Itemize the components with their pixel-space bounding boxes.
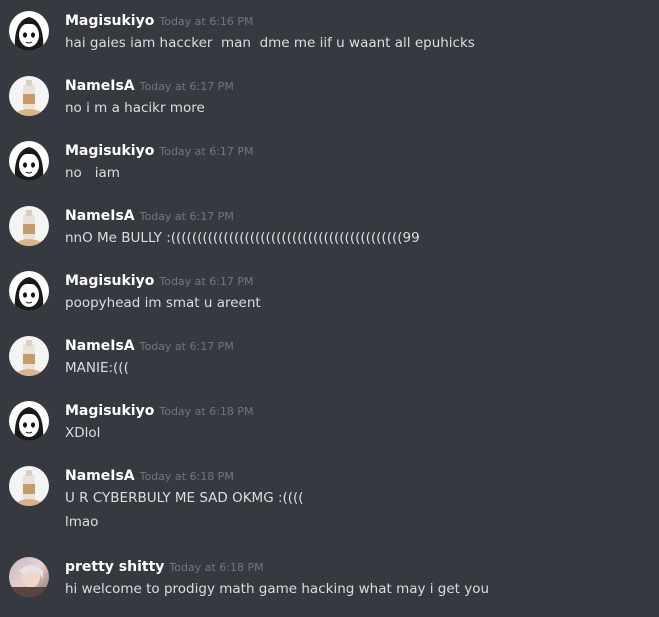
message-timestamp: Today at 6:17 PM xyxy=(159,145,254,158)
message-text: XDlol xyxy=(65,425,101,441)
message-group: NameIsA Today at 6:17 PM nnO Me BULLY :((… xyxy=(0,206,659,266)
message-text: hai gaies iam haccker man dme me iif u w… xyxy=(65,35,475,51)
message-text: MANIE:((( xyxy=(65,360,129,376)
message-author[interactable]: NameIsA xyxy=(65,338,135,354)
anime-avatar-icon[interactable] xyxy=(9,401,49,441)
message-group: NameIsA Today at 6:17 PM no i m a hacikr … xyxy=(0,76,659,136)
message-timestamp: Today at 6:17 PM xyxy=(159,275,254,288)
message-group: Magisukiyo Today at 6:17 PM no iam xyxy=(0,141,659,201)
message-timestamp: Today at 6:16 PM xyxy=(159,15,254,28)
message-timestamp: Today at 6:17 PM xyxy=(139,210,234,223)
message-timestamp: Today at 6:18 PM xyxy=(159,405,254,418)
message-text: lmao xyxy=(65,514,99,530)
message-author[interactable]: pretty shitty xyxy=(65,559,164,575)
message-author[interactable]: NameIsA xyxy=(65,78,135,94)
chat-message-list: Magisukiyo Today at 6:16 PM hai gaies iam… xyxy=(0,0,659,616)
message-author[interactable]: Magisukiyo xyxy=(65,273,154,289)
message-text: U R CYBERBULY ME SAD OKMG :(((( xyxy=(65,490,304,506)
bottle-avatar-icon[interactable] xyxy=(9,466,49,506)
message-text: no i m a hacikr more xyxy=(65,100,205,116)
message-group: Magisukiyo Today at 6:17 PM poopyhead im … xyxy=(0,271,659,331)
message-group: pretty shitty Today at 6:18 PM hi welcome… xyxy=(0,557,659,617)
message-timestamp: Today at 6:17 PM xyxy=(139,340,234,353)
bottle-avatar-icon[interactable] xyxy=(9,206,49,246)
message-group: NameIsA Today at 6:18 PM U R CYBERBULY ME… xyxy=(0,466,659,538)
message-author[interactable]: Magisukiyo xyxy=(65,143,154,159)
anime-avatar-icon[interactable] xyxy=(9,141,49,181)
anime-avatar-icon[interactable] xyxy=(9,11,49,51)
message-group: Magisukiyo Today at 6:16 PM hai gaies iam… xyxy=(0,11,659,71)
message-text: no iam xyxy=(65,165,120,181)
message-author[interactable]: Magisukiyo xyxy=(65,13,154,29)
message-author[interactable]: Magisukiyo xyxy=(65,403,154,419)
message-timestamp: Today at 6:17 PM xyxy=(139,80,234,93)
photo-avatar-icon[interactable] xyxy=(9,557,49,597)
message-text: hi welcome to prodigy math game hacking … xyxy=(65,581,490,597)
message-timestamp: Today at 6:18 PM xyxy=(139,470,234,483)
bottle-avatar-icon[interactable] xyxy=(9,76,49,116)
message-group: Magisukiyo Today at 6:18 PM XDlol xyxy=(0,401,659,461)
message-author[interactable]: NameIsA xyxy=(65,208,135,224)
message-text: nnO Me BULLY :((((((((((((((((((((((((((… xyxy=(65,230,420,246)
message-timestamp: Today at 6:18 PM xyxy=(169,561,264,574)
message-text: poopyhead im smat u areent xyxy=(65,295,261,311)
message-author[interactable]: NameIsA xyxy=(65,468,135,484)
bottle-avatar-icon[interactable] xyxy=(9,336,49,376)
message-group: NameIsA Today at 6:17 PM MANIE:((( xyxy=(0,336,659,396)
anime-avatar-icon[interactable] xyxy=(9,271,49,311)
